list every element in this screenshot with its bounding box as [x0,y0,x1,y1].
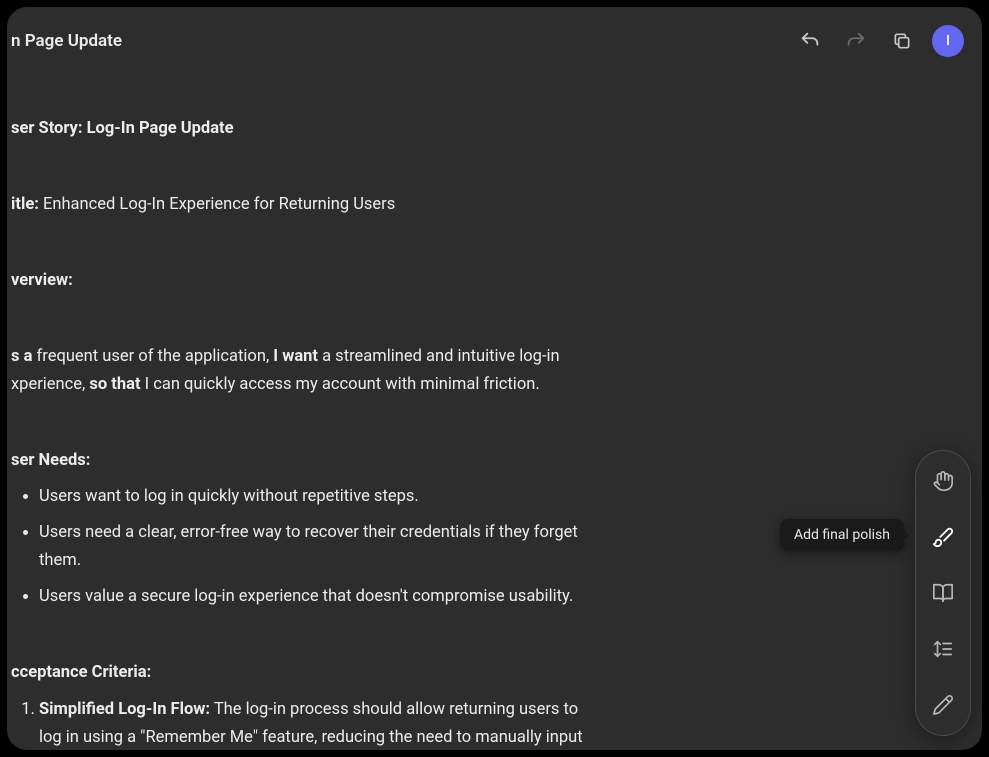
title-line: itle: Enhanced Log-In Experience for Ret… [11,191,591,219]
so-that-label: so that [89,375,140,394]
avatar[interactable]: I [932,25,964,57]
book-open-icon [932,582,954,604]
copy-button[interactable] [886,25,918,57]
i-want-label: I want [273,347,318,366]
list-item: Users value a secure log-in experience t… [39,583,591,611]
spacing-tool-button[interactable] [925,631,961,667]
overview-body: s a frequent user of the application, I … [11,343,591,399]
undo-button[interactable] [794,25,826,57]
overview-label: verview: [11,267,591,295]
redo-button[interactable] [840,25,872,57]
redo-icon [845,30,867,52]
edit-tool-button[interactable] [925,687,961,723]
undo-icon [799,30,821,52]
copy-icon [892,31,912,51]
list-item: Simplified Log-In Flow: The log-in proce… [39,696,591,750]
document-window: n Page Update I ser Story: Log-In Page U… [7,7,982,750]
acceptance-list: Simplified Log-In Flow: The log-in proce… [11,696,591,750]
as-a-text: frequent user of the application, [32,347,273,366]
title-value: Enhanced Log-In Experience for Returning… [39,195,395,214]
hand-tool-button[interactable] [925,463,961,499]
hand-icon [932,470,954,492]
list-item: Users need a clear, error-free way to re… [39,519,591,575]
title-label: itle: [11,195,39,214]
document-title: n Page Update [11,31,122,51]
criteria-label: Simplified Log-In Flow: [39,700,210,719]
side-toolbar [915,450,971,736]
map-tool-button[interactable] [925,575,961,611]
list-item: Users want to log in quickly without rep… [39,483,591,511]
acceptance-label: cceptance Criteria: [11,659,591,687]
so-that-text: I can quickly access my account with min… [141,375,540,394]
user-needs-label: ser Needs: [11,447,591,475]
as-a-label: s a [11,347,32,366]
topbar: n Page Update I [7,7,982,65]
tooltip: Add final polish [780,519,904,551]
user-needs-list: Users want to log in quickly without rep… [11,483,591,611]
avatar-initial: I [946,33,950,49]
line-height-icon [932,638,954,660]
document-content[interactable]: ser Story: Log-In Page Update itle: Enha… [7,65,982,750]
brush-icon [932,526,954,548]
polish-tool-button[interactable] [925,519,961,555]
topbar-actions: I [794,25,964,57]
story-heading: ser Story: Log-In Page Update [11,115,591,143]
pen-icon [932,694,954,716]
